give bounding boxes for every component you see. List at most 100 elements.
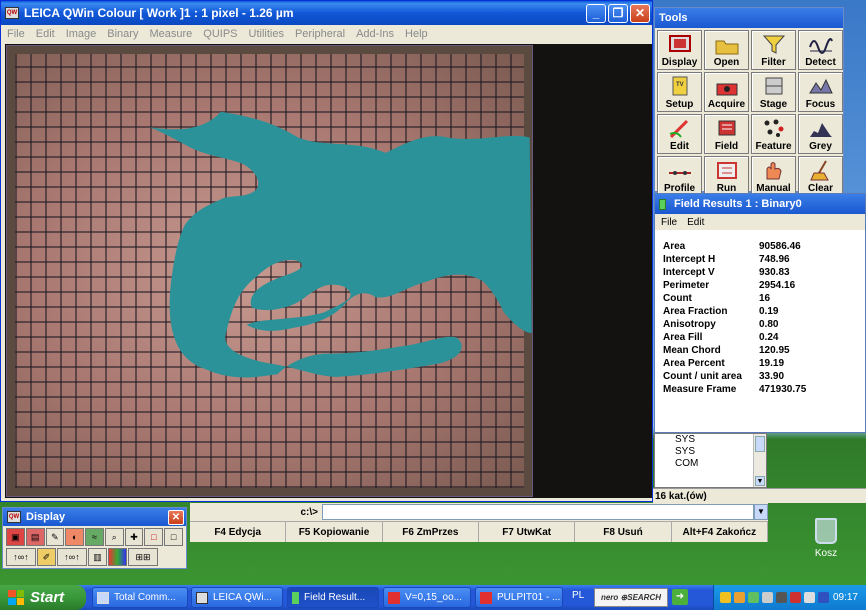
function-key-bar: F4 Edycja F5 Kopiowanie F6 ZmPrzes F7 Ut… (190, 521, 768, 542)
run-icon (716, 162, 737, 179)
close-button[interactable]: ✕ (630, 3, 650, 23)
language-indicator[interactable]: PL (572, 590, 584, 601)
tools-title-bar[interactable]: Tools (655, 8, 843, 28)
tool-label: Setup (665, 99, 694, 110)
link-icon-2[interactable]: ↑∞↑ (57, 548, 87, 566)
log-scrollbar[interactable]: ▼ (753, 434, 766, 487)
menu-utilities[interactable]: Utilities (249, 28, 284, 40)
task-v-document[interactable]: V=0,15_oo... (383, 587, 471, 608)
image-work-area[interactable] (5, 44, 652, 498)
overlay-view-icon[interactable]: ▤ (25, 528, 45, 546)
results-row: Area Percent 19.19 (663, 357, 865, 370)
results-title-bar[interactable]: Field Results 1 : Binary0 (655, 194, 865, 214)
tool-button-run[interactable]: Run (704, 156, 749, 196)
command-log-list[interactable]: SYS SYS COM ▼ (654, 433, 767, 488)
clock: 09:17 (832, 592, 858, 603)
scroll-thumb[interactable] (755, 436, 765, 452)
tool-button-manual[interactable]: Manual (751, 156, 796, 196)
menu-peripheral[interactable]: Peripheral (295, 28, 345, 40)
task-pulpit01[interactable]: PULPIT01 - ... (475, 587, 563, 608)
volume-icon[interactable] (804, 592, 815, 603)
results-menu-file[interactable]: File (661, 217, 677, 228)
fkey-f4-edit[interactable]: F4 Edycja (190, 522, 287, 542)
display-window-icon: QW (7, 511, 21, 523)
menu-edit[interactable]: Edit (36, 28, 55, 40)
tools-panel: Tools Display Open Filter Detect TV Setup Acqu… (654, 7, 844, 196)
security-shield-icon[interactable] (720, 592, 731, 603)
grid-layout-icon[interactable]: ⊞⊞ (128, 548, 158, 566)
tool-button-edit[interactable]: Edit (657, 114, 702, 154)
fkey-f5-copy[interactable]: F5 Kopiowanie (286, 522, 383, 542)
task-total-commander[interactable]: Total Comm... (92, 587, 188, 608)
maximize-button[interactable]: ❐ (608, 3, 628, 23)
tool-button-acquire[interactable]: Acquire (704, 72, 749, 112)
palette-icon[interactable]: ◐ (65, 528, 85, 546)
fkey-altf4-exit[interactable]: Alt+F4 Zakończ (672, 522, 768, 542)
minimize-button[interactable]: _ (586, 3, 606, 23)
menu-file[interactable]: File (7, 28, 25, 40)
lut-icon[interactable]: ≈ (85, 528, 104, 546)
tool-button-feature[interactable]: Feature (751, 114, 796, 154)
results-table: Area 90586.46 Intercept H 748.96 Intercept V… (655, 240, 865, 396)
red-frame-icon[interactable]: □ (144, 528, 164, 546)
recycle-bin[interactable]: Kosz (806, 518, 846, 566)
command-dropdown-button[interactable]: ▼ (754, 504, 768, 520)
specimen-grid-image[interactable] (6, 45, 533, 497)
menu-binary[interactable]: Binary (107, 28, 138, 40)
results-menu-edit[interactable]: Edit (687, 217, 704, 228)
tool-button-focus[interactable]: Focus (798, 72, 843, 112)
tool-button-display[interactable]: Display (657, 30, 702, 70)
fkey-f7-mkdir[interactable]: F7 UtwKat (479, 522, 576, 542)
crosshair-icon[interactable]: ✚ (124, 528, 144, 546)
search-tray-icon[interactable] (762, 592, 773, 603)
go-arrow-icon[interactable]: ➜ (672, 589, 688, 605)
tool-button-setup[interactable]: TV Setup (657, 72, 702, 112)
command-prompt: c:\> (300, 506, 318, 518)
tool-label: Field (714, 141, 739, 152)
color-pen-icon[interactable]: ✐ (37, 548, 56, 566)
menu-help[interactable]: Help (405, 28, 428, 40)
results-value: 471930.75 (759, 384, 807, 395)
frame-icon[interactable]: □ (164, 528, 184, 546)
windows-logo-icon (8, 590, 24, 605)
command-input[interactable] (322, 504, 754, 520)
menu-quips[interactable]: QUIPS (203, 28, 237, 40)
main-title-bar[interactable]: QW LEICA QWin Colour [ Work ]1 : 1 pixel… (1, 1, 652, 25)
color-bars-icon[interactable] (108, 548, 127, 566)
results-key: Intercept V (663, 267, 715, 278)
update-icon[interactable] (734, 592, 745, 603)
tool-button-clear[interactable]: Clear (798, 156, 843, 196)
main-window-title: LEICA QWin Colour [ Work ]1 : 1 pixel - … (24, 6, 294, 20)
network-icon[interactable] (748, 592, 759, 603)
zoom-icon[interactable]: ⌕ (104, 528, 124, 546)
tool-button-grey[interactable]: Grey (798, 114, 843, 154)
link-icon[interactable]: ↑∞↑ (6, 548, 36, 566)
results-value: 90586.46 (759, 241, 801, 252)
fkey-f8-delete[interactable]: F8 Usuń (575, 522, 672, 542)
task-field-results[interactable]: Field Result... (287, 587, 379, 608)
results-title: Field Results 1 : Binary0 (674, 198, 802, 210)
pen-icon[interactable]: ✎ (45, 528, 65, 546)
tool-button-open[interactable]: Open (704, 30, 749, 70)
image-view-icon[interactable]: ▣ (6, 528, 25, 546)
tool-button-detect[interactable]: Detect (798, 30, 843, 70)
antivirus-icon[interactable] (790, 592, 801, 603)
menu-measure[interactable]: Measure (149, 28, 192, 40)
nero-search-box[interactable]: nero ⊕SEARCH (594, 588, 668, 607)
tool-button-stage[interactable]: Stage (751, 72, 796, 112)
fkey-f6-move[interactable]: F6 ZmPrzes (383, 522, 479, 542)
grey-ramp-icon[interactable]: ▥ (88, 548, 107, 566)
tray-app-icon[interactable] (818, 592, 829, 603)
tool-button-profile[interactable]: Profile (657, 156, 702, 196)
menu-image[interactable]: Image (66, 28, 97, 40)
start-button[interactable]: Start (0, 585, 86, 610)
display-title-bar[interactable]: QW Display ✕ (3, 508, 186, 526)
tool-button-field[interactable]: Field (704, 114, 749, 154)
task-leica-qwin[interactable]: LEICA QWi... (191, 587, 283, 608)
device-icon[interactable] (776, 592, 787, 603)
menu-addins[interactable]: Add-Ins (356, 28, 394, 40)
results-key: Mean Chord (663, 345, 721, 356)
tool-button-filter[interactable]: Filter (751, 30, 796, 70)
scroll-down-arrow-icon[interactable]: ▼ (755, 476, 765, 486)
display-close-button[interactable]: ✕ (168, 509, 184, 525)
